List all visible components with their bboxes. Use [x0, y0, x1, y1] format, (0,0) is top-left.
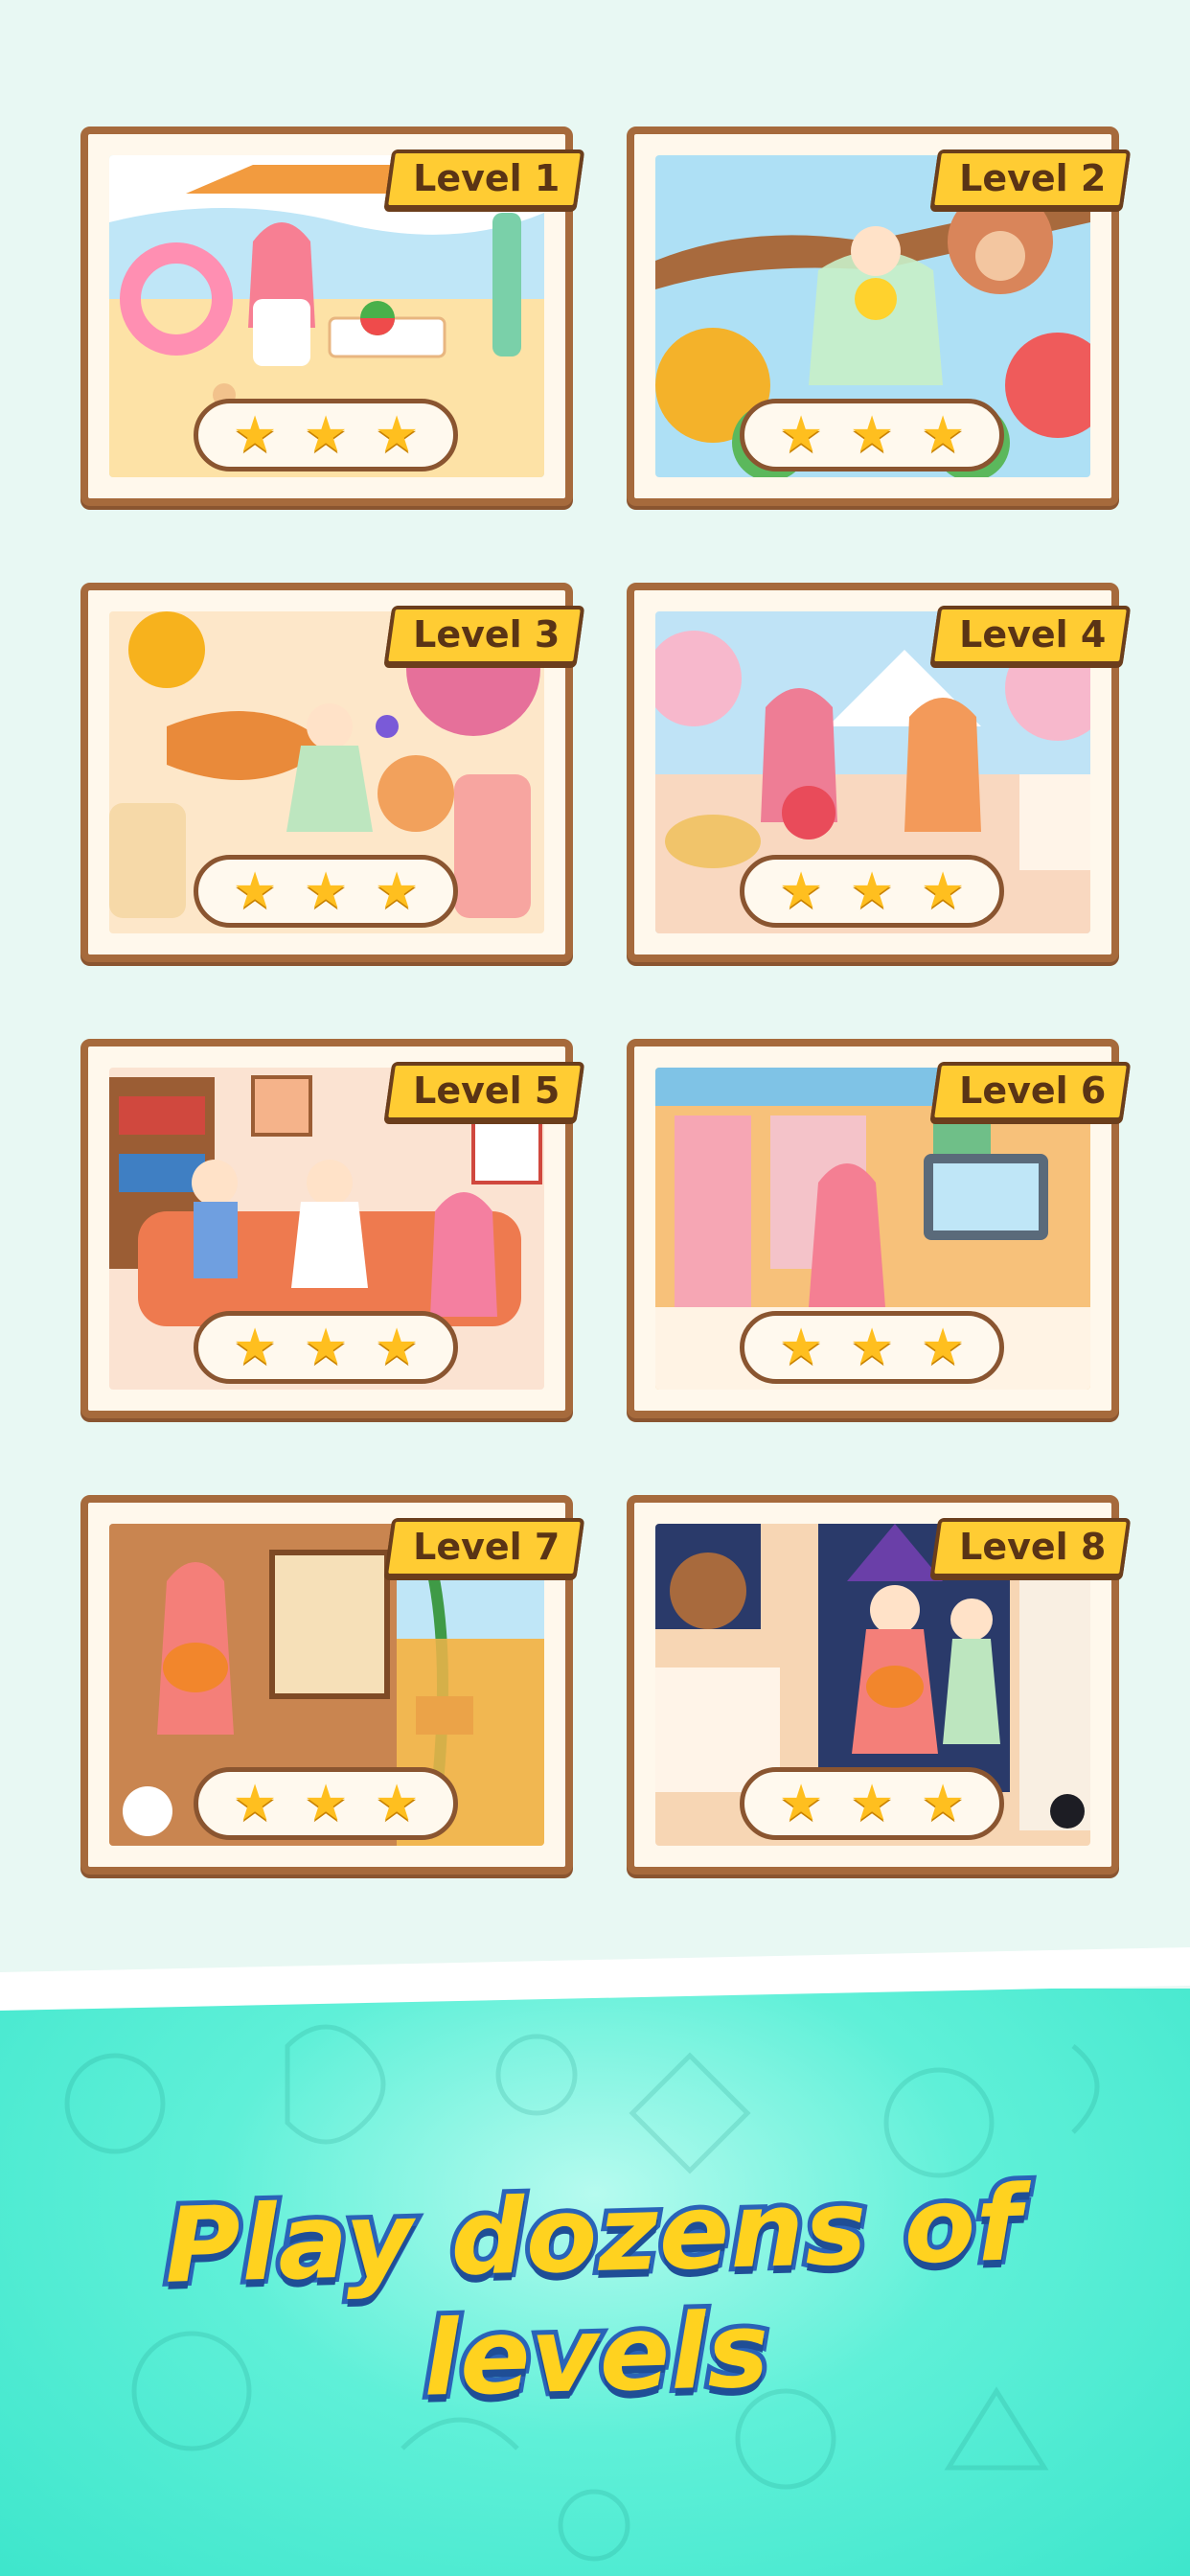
star-icon: ★ — [303, 862, 349, 920]
star-icon: ★ — [778, 406, 824, 464]
level-card-2[interactable]: Level 2 ★ ★ ★ — [627, 126, 1132, 506]
star-icon: ★ — [374, 1319, 420, 1376]
level-3-stars: ★ ★ ★ — [194, 855, 458, 928]
star-icon: ★ — [920, 406, 966, 464]
star-icon: ★ — [849, 1319, 895, 1376]
star-icon: ★ — [232, 1319, 278, 1376]
level-1-tag: Level 1 — [383, 150, 585, 209]
level-6-tag: Level 6 — [929, 1062, 1132, 1121]
level-4-label: Level 4 — [958, 613, 1107, 656]
level-2-stars: ★ ★ ★ — [740, 399, 1004, 472]
level-7-tag: Level 7 — [383, 1518, 585, 1577]
level-3-tag: Level 3 — [383, 606, 585, 665]
level-card-7[interactable]: Level 7 ★ ★ ★ — [80, 1495, 585, 1874]
star-icon: ★ — [232, 406, 278, 464]
level-1-label: Level 1 — [412, 157, 561, 199]
level-grid: Level 1 ★ ★ ★ Level 2 ★ ★ ★ Level 3 ★ ★ … — [0, 0, 1190, 1974]
level-7-stars: ★ ★ ★ — [194, 1767, 458, 1840]
level-card-4[interactable]: Level 4 ★ ★ ★ — [627, 583, 1132, 962]
level-7-label: Level 7 — [412, 1526, 561, 1568]
star-icon: ★ — [374, 406, 420, 464]
star-icon: ★ — [303, 406, 349, 464]
level-4-stars: ★ ★ ★ — [740, 855, 1004, 928]
level-8-tag: Level 8 — [929, 1518, 1132, 1577]
star-icon: ★ — [778, 1775, 824, 1832]
level-1-stars: ★ ★ ★ — [194, 399, 458, 472]
star-icon: ★ — [849, 862, 895, 920]
star-icon: ★ — [232, 1775, 278, 1832]
level-8-label: Level 8 — [958, 1526, 1107, 1568]
star-icon: ★ — [374, 862, 420, 920]
star-icon: ★ — [374, 1775, 420, 1832]
level-card-3[interactable]: Level 3 ★ ★ ★ — [80, 583, 585, 962]
star-icon: ★ — [232, 862, 278, 920]
level-5-label: Level 5 — [412, 1070, 561, 1112]
star-icon: ★ — [778, 1319, 824, 1376]
level-2-label: Level 2 — [958, 157, 1107, 199]
level-card-5[interactable]: Level 5 ★ ★ ★ — [80, 1039, 585, 1418]
star-icon: ★ — [849, 406, 895, 464]
level-2-tag: Level 2 — [929, 150, 1132, 209]
level-8-stars: ★ ★ ★ — [740, 1767, 1004, 1840]
star-icon: ★ — [920, 1319, 966, 1376]
star-icon: ★ — [778, 862, 824, 920]
star-icon: ★ — [303, 1775, 349, 1832]
star-icon: ★ — [849, 1775, 895, 1832]
level-5-tag: Level 5 — [383, 1062, 585, 1121]
star-icon: ★ — [303, 1319, 349, 1376]
level-card-1[interactable]: Level 1 ★ ★ ★ — [80, 126, 585, 506]
level-card-8[interactable]: Level 8 ★ ★ ★ — [627, 1495, 1132, 1874]
level-3-label: Level 3 — [412, 613, 561, 656]
level-6-stars: ★ ★ ★ — [740, 1311, 1004, 1384]
level-5-stars: ★ ★ ★ — [194, 1311, 458, 1384]
level-6-label: Level 6 — [958, 1070, 1107, 1112]
star-icon: ★ — [920, 862, 966, 920]
level-4-tag: Level 4 — [929, 606, 1132, 665]
banner-headline: Play dozens of levels — [158, 2159, 1028, 2424]
star-icon: ★ — [920, 1775, 966, 1832]
level-card-6[interactable]: Level 6 ★ ★ ★ — [627, 1039, 1132, 1418]
